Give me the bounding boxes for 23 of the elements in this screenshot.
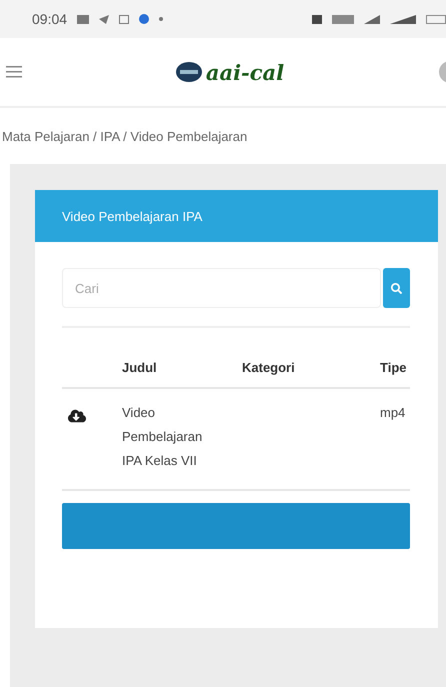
dot-icon <box>159 17 164 21</box>
avatar-icon[interactable] <box>438 60 446 84</box>
logo-icon <box>176 62 202 82</box>
battery-icon <box>426 14 446 24</box>
cloud-download-icon[interactable] <box>68 407 86 425</box>
signal-icon <box>390 14 416 24</box>
breadcrumb: Mata Pelajaran / IPA / Video Pembelajaran <box>2 128 248 144</box>
column-header: Judul <box>122 328 242 389</box>
card-title: Video Pembelajaran IPA <box>35 190 438 242</box>
table-cell: mp4 <box>380 389 410 491</box>
column-header: Kategori <box>242 328 380 389</box>
calendar-icon <box>119 14 130 24</box>
signal-icon <box>364 14 380 24</box>
status-time: 09:04 <box>32 11 68 27</box>
logo-text: aai-cal <box>206 60 284 84</box>
send-icon <box>99 14 110 24</box>
table-cell: Video Pembelajaran IPA Kelas VII <box>122 389 242 491</box>
search-field[interactable]: Cari <box>62 268 381 308</box>
column-header: Tipe <box>380 328 410 389</box>
search-button[interactable] <box>383 268 410 308</box>
search-icon <box>391 282 402 294</box>
menu-icon[interactable] <box>6 66 22 78</box>
app-icon <box>139 14 150 24</box>
